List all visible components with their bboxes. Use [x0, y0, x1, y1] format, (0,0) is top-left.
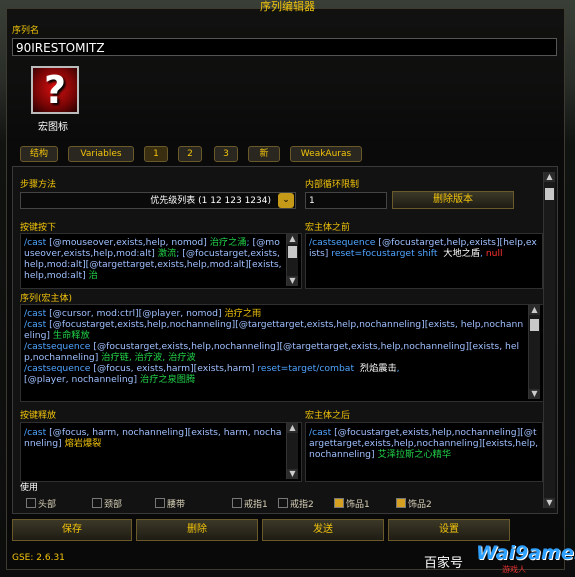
checkbox-trinket2-label: 饰品2 — [408, 500, 432, 510]
premacro-code[interactable]: /castsequence [@focustarget,help,exists]… — [309, 237, 539, 285]
macro-icon-button[interactable]: ? — [31, 66, 79, 114]
panel-scrollbar[interactable]: ▲ ▼ — [543, 172, 555, 508]
use-section-label: 使用 — [20, 483, 39, 493]
watermark: 百家号 Wai9amer 游戏人 — [418, 542, 575, 574]
tab-version-3[interactable]: 3 — [214, 146, 238, 162]
sequence-scrollbar[interactable]: ▲ ▼ — [528, 305, 540, 399]
checkbox-trinket2[interactable] — [396, 498, 406, 508]
checkbox-trinket1[interactable] — [334, 498, 344, 508]
tab-weakauras[interactable]: WeakAuras — [290, 146, 362, 162]
save-button[interactable]: 保存 — [12, 519, 132, 541]
keypress-scrollbar[interactable]: ▲ ▼ — [286, 234, 298, 286]
tab-structure[interactable]: 结构 — [20, 146, 58, 162]
send-button[interactable]: 发送 — [262, 519, 384, 541]
window-title: 序列编辑器 — [260, 0, 315, 13]
sequence-name-input[interactable]: 90IRESTOMITZ — [12, 38, 557, 56]
sequence-name-label: 序列名 — [12, 26, 40, 36]
checkbox-trinket1-label: 饰品1 — [346, 500, 370, 510]
checkbox-ring1[interactable] — [232, 498, 242, 508]
postmacro-label: 宏主体之后 — [305, 411, 351, 421]
tab-variables[interactable]: Variables — [68, 146, 134, 162]
watermark-text: 百家号 — [424, 556, 464, 571]
keyrelease-scrollbar[interactable]: ▲ ▼ — [286, 423, 298, 479]
watermark-brand: Wai9amer — [476, 542, 575, 564]
checkbox-neck[interactable] — [92, 498, 102, 508]
checkbox-ring2[interactable] — [278, 498, 288, 508]
delete-button[interactable]: 删除 — [136, 519, 258, 541]
step-function-value: 优先级列表 (1 12 123 1234) — [150, 196, 271, 206]
keyrelease-label: 按键释放 — [20, 411, 57, 421]
settings-button[interactable]: 设置 — [388, 519, 510, 541]
scroll-thumb[interactable] — [545, 188, 554, 200]
watermark-brand-sub: 游戏人 — [502, 565, 526, 574]
postmacro-code[interactable]: /cast [@focustarget,exists,help,nochanne… — [309, 427, 539, 467]
delete-version-button[interactable]: 删除版本 — [392, 191, 514, 209]
step-function-label: 步骤方法 — [20, 180, 57, 190]
checkbox-belt[interactable] — [155, 498, 165, 508]
scroll-down-icon[interactable]: ▼ — [544, 498, 555, 508]
step-function-dropdown[interactable]: 优先级列表 (1 12 123 1234) — [20, 192, 296, 209]
scroll-up-icon[interactable]: ▲ — [544, 172, 555, 182]
sequence-code[interactable]: /cast [@cursor, mod:ctrl][@player, nomod… — [24, 308, 524, 398]
chevron-down-icon[interactable]: ⌄ — [278, 193, 294, 208]
tab-new[interactable]: 新 — [248, 146, 280, 162]
keypress-code[interactable]: /cast [@mouseover,exists,help, nomod] 治疗… — [24, 237, 282, 285]
macro-icon-label: 宏图标 — [38, 122, 68, 133]
inner-loop-input[interactable]: 1 — [305, 192, 387, 209]
inner-loop-label: 内部循环限制 — [305, 180, 360, 190]
checkbox-belt-label: 腰带 — [167, 500, 186, 510]
checkbox-neck-label: 颈部 — [104, 500, 123, 510]
version-text: GSE: 2.6.31 — [12, 553, 65, 563]
checkbox-ring2-label: 戒指2 — [290, 500, 314, 510]
tab-version-1[interactable]: 1 — [144, 146, 168, 162]
checkbox-head[interactable] — [26, 498, 36, 508]
tab-version-2[interactable]: 2 — [178, 146, 202, 162]
keyrelease-code[interactable]: /cast [@focus, harm, nochanneling][exist… — [24, 427, 284, 467]
checkbox-ring1-label: 戒指1 — [244, 500, 268, 510]
question-mark-icon: ? — [43, 68, 67, 112]
checkbox-head-label: 头部 — [38, 500, 57, 510]
